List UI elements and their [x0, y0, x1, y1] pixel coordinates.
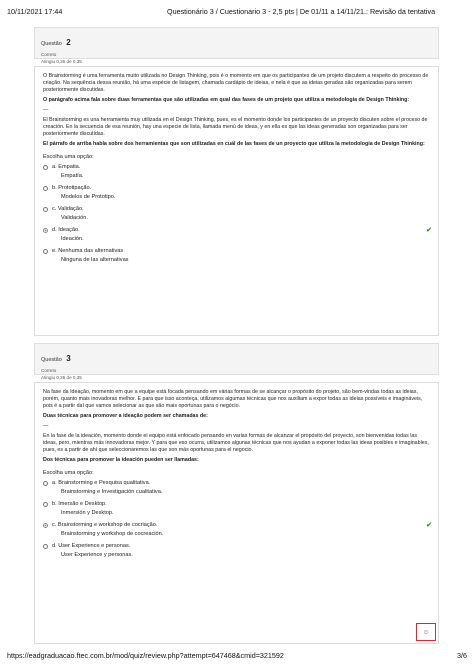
radio-button[interactable] [43, 501, 48, 507]
option-translation: Brainstorming e Investigación cualitativ… [61, 489, 163, 495]
radio-button[interactable] [43, 480, 48, 486]
answer-option-selected[interactable]: d. Ideação. Ideación. ✔ [43, 227, 432, 242]
question-text: Na fase da Ideação, momento em que a equ… [43, 389, 430, 464]
answer-option[interactable]: e. Nenhuma das alternativas Ninguna de l… [43, 248, 430, 263]
answer-option[interactable]: d. User Experience e personas. User Expe… [43, 543, 430, 558]
question-paragraph: Na fase da Ideação, momento em que a equ… [43, 389, 423, 409]
question-prompt: O parágrafo acima fala sobre duas ferram… [43, 97, 410, 103]
question-info-card: Questão 3 Correto Atingiu 0,35 de 0,35 [34, 343, 439, 380]
page-url: https://eadgraduacao.ftec.com.br/mod/qui… [7, 651, 284, 660]
question-paragraph: En la fase de la ideación, momento donde… [43, 433, 429, 453]
question-text: O Brainstorming é uma ferramenta muito u… [43, 73, 430, 148]
option-translation: Brainstorming y workshop de cocreación. [61, 531, 164, 537]
question-prompt: Dos técnicas para promover la ideación p… [43, 457, 199, 463]
option-translation: User Experience y personas. [61, 552, 133, 558]
radio-button[interactable] [43, 185, 48, 191]
option-label: e. Nenhuma das alternativas [52, 248, 124, 254]
choose-label: Escolha uma opção: [43, 154, 94, 160]
answer-option[interactable]: a. Brainstorming e Pesquisa qualitativa.… [43, 480, 430, 495]
option-translation: Empatía. [61, 173, 84, 179]
question-prompt: Duas técnicas para promover a ideação po… [43, 413, 208, 419]
question-info-card: Questão 2 Correto Atingiu 0,35 de 0,35 [34, 27, 439, 64]
option-translation: Ideación. [61, 236, 84, 242]
check-icon: ✔ [426, 522, 432, 529]
radio-button-selected[interactable] [43, 227, 48, 233]
smiley-icon[interactable]: ☺ [422, 629, 429, 636]
question-paragraph: O Brainstorming é uma ferramenta muito u… [43, 73, 429, 93]
radio-button[interactable] [43, 206, 48, 212]
option-label: a. Brainstorming e Pesquisa qualitativa. [52, 480, 151, 486]
option-translation: Ninguna de las alternativas [61, 257, 129, 263]
option-translation: Modelos de Prototipo. [61, 194, 116, 200]
check-icon: ✔ [426, 227, 432, 234]
print-datetime: 10/11/2021 17:44 [7, 7, 63, 16]
highlighted-icon-box[interactable]: ☺ [416, 623, 436, 641]
option-translation: Validación. [61, 215, 88, 221]
radio-button[interactable] [43, 248, 48, 254]
option-label: d. User Experience e personas. [52, 543, 131, 549]
document-title: Questionário 3 / Cuestionario 3 - 2,5 pt… [167, 7, 436, 16]
answer-option[interactable]: c. Validação. Validación. [43, 206, 430, 221]
radio-button[interactable] [43, 543, 48, 549]
answer-option-selected[interactable]: c. Brainstorming e workshop de cocriação… [43, 522, 432, 537]
option-label: c. Brainstorming e workshop de cocriação… [52, 522, 158, 528]
question-content-card: O Brainstorming é uma ferramenta muito u… [34, 66, 439, 336]
question-separator: — [43, 107, 49, 113]
question-number: 3 [66, 354, 71, 363]
question-label: Questão [41, 357, 62, 363]
option-label: c. Validação. [52, 206, 84, 212]
question-number: 2 [66, 38, 71, 47]
radio-button-selected[interactable] [43, 522, 48, 528]
question-score: Atingiu 0,35 de 0,35 [41, 375, 82, 380]
question-score: Atingiu 0,35 de 0,35 [41, 59, 82, 64]
option-label: b. Prototipação. [52, 185, 92, 191]
question-separator: — [43, 423, 49, 429]
question-prompt: El párrafo de arriba habla sobre dos her… [43, 141, 425, 147]
answer-option[interactable]: b. Imersão e Desktop. Inmersión y Deskto… [43, 501, 430, 516]
page-number: 3/6 [457, 651, 467, 660]
question-status: Correto [41, 52, 57, 57]
option-label: a. Empatia. [52, 164, 81, 170]
question-content-card: Na fase da Ideação, momento em que a equ… [34, 382, 439, 644]
option-label: b. Imersão e Desktop. [52, 501, 107, 507]
question-label: Questão [41, 41, 62, 47]
option-translation: Inmersión y Desktop. [61, 510, 114, 516]
answer-option[interactable]: b. Prototipação. Modelos de Prototipo. [43, 185, 430, 200]
question-status: Correto [41, 368, 57, 373]
radio-button[interactable] [43, 164, 48, 170]
pdf-header: 10/11/2021 17:44 Questionário 3 / Cuesti… [7, 7, 467, 19]
answer-option[interactable]: a. Empatia. Empatía. [43, 164, 430, 179]
choose-label: Escolha uma opção: [43, 470, 94, 476]
option-label: d. Ideação. [52, 227, 80, 233]
question-paragraph: El Brainstorming es una herramienta muy … [43, 117, 428, 137]
